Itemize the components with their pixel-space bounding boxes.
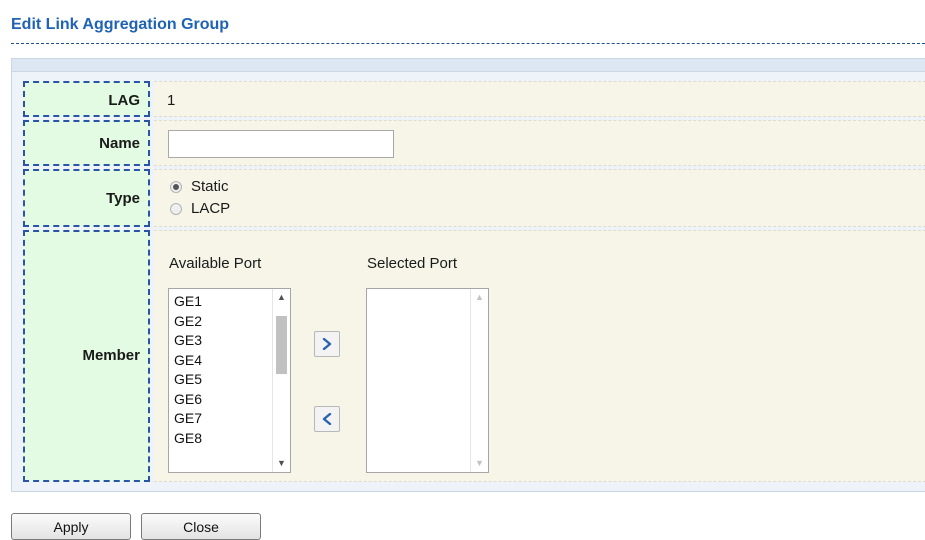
selected-list-scrollbar: ▲ ▼ [470,289,488,472]
selected-port-list[interactable]: ▲ ▼ [366,288,489,473]
list-item[interactable]: GE8 [169,429,272,449]
lacp-radio[interactable] [170,202,182,215]
list-item[interactable]: GE4 [169,351,272,371]
name-row: Name [23,120,925,166]
name-label-cell: Name [23,120,150,166]
remove-port-button[interactable] [314,406,340,432]
scroll-up-arrow-icon: ▲ [475,292,484,302]
selected-port-label: Selected Port [367,255,458,272]
static-radio[interactable] [170,180,182,193]
chevron-right-icon [322,338,332,350]
name-input[interactable] [168,130,394,158]
member-label-cell: Member [23,230,150,482]
static-radio-label[interactable]: Static [191,178,229,195]
type-row: Type Static LACP [23,169,925,227]
scroll-up-arrow-icon[interactable]: ▲ [273,289,290,306]
type-label-cell: Type [23,169,150,227]
member-row: Member Available Port Selected Port GE1 G… [23,230,925,482]
scrollbar-thumb[interactable] [276,316,287,374]
list-item[interactable]: GE1 [169,292,272,312]
member-label: Member [82,347,140,364]
scroll-down-arrow-icon[interactable]: ▼ [273,455,290,472]
available-port-label: Available Port [169,255,262,272]
apply-button[interactable]: Apply [11,513,131,540]
add-port-button[interactable] [314,331,340,357]
list-item[interactable]: GE3 [169,331,272,351]
available-port-list[interactable]: GE1 GE2 GE3 GE4 GE5 GE6 GE7 GE8 ▲ ▼ [168,288,291,473]
lag-row: LAG 1 [23,81,925,117]
type-option-static[interactable]: Static [170,178,229,195]
lag-value-cell: 1 [154,81,925,117]
type-option-lacp[interactable]: LACP [170,200,230,217]
page-title: Edit Link Aggregation Group [11,16,230,33]
list-item[interactable]: GE6 [169,390,272,410]
name-label: Name [99,135,140,152]
available-port-items: GE1 GE2 GE3 GE4 GE5 GE6 GE7 GE8 [169,289,272,472]
list-item[interactable]: GE2 [169,312,272,332]
type-value-cell: Static LACP [154,169,925,227]
close-button[interactable]: Close [141,513,261,540]
form-panel: LAG 1 Name Type Static LACP Member Avail… [11,58,925,492]
page-header: Edit Link Aggregation Group [11,0,925,44]
lag-label-cell: LAG [23,81,150,117]
scroll-down-arrow-icon: ▼ [475,458,484,468]
name-value-cell [154,120,925,166]
lacp-radio-label[interactable]: LACP [191,200,230,217]
selected-port-items [367,289,470,472]
chevron-left-icon [322,413,332,425]
member-value-cell: Available Port Selected Port GE1 GE2 GE3 GE… [154,230,925,482]
list-item[interactable]: GE7 [169,409,272,429]
type-label: Type [106,190,140,207]
lag-label: LAG [108,92,140,109]
panel-header-bar [12,59,925,72]
available-list-scrollbar[interactable]: ▲ ▼ [272,289,290,472]
list-item[interactable]: GE5 [169,370,272,390]
lag-value: 1 [167,92,176,109]
